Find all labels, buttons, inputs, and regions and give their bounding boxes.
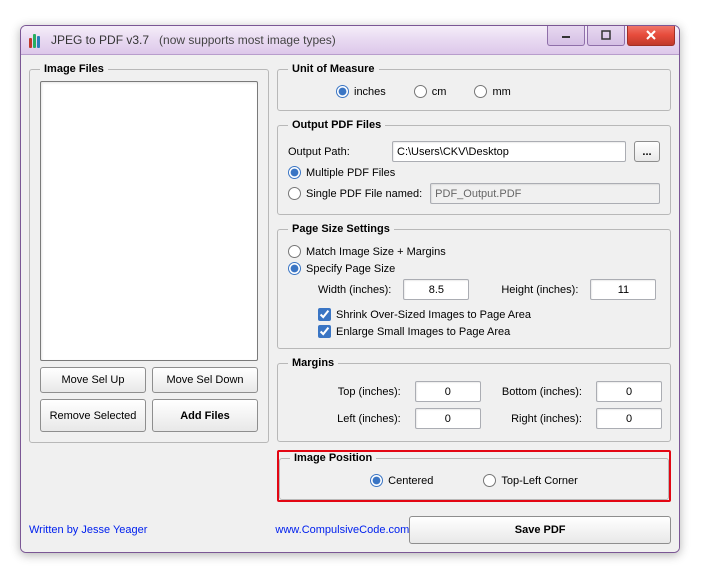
multiple-pdf-radio[interactable]: Multiple PDF Files bbox=[288, 166, 395, 179]
margin-right-label: Right (inches): bbox=[489, 413, 582, 425]
enlarge-checkbox[interactable] bbox=[318, 325, 331, 338]
remove-selected-button[interactable]: Remove Selected bbox=[40, 399, 146, 432]
margins-group: Margins Top (inches): Bottom (inches): L… bbox=[277, 357, 671, 442]
margin-top-label: Top (inches): bbox=[324, 386, 401, 398]
enlarge-label: Enlarge Small Images to Page Area bbox=[336, 326, 510, 338]
margin-bottom-input[interactable] bbox=[596, 381, 662, 402]
margin-right-input[interactable] bbox=[596, 408, 662, 429]
unit-legend: Unit of Measure bbox=[288, 63, 379, 75]
specify-page-size-radio[interactable]: Specify Page Size bbox=[288, 262, 395, 275]
height-input[interactable] bbox=[590, 279, 656, 300]
page-size-group: Page Size Settings Match Image Size + Ma… bbox=[277, 223, 671, 349]
match-image-size-radio[interactable]: Match Image Size + Margins bbox=[288, 245, 446, 258]
multiple-pdf-label: Multiple PDF Files bbox=[306, 167, 395, 179]
output-path-input[interactable] bbox=[392, 141, 626, 162]
width-input[interactable] bbox=[403, 279, 469, 300]
page-size-legend: Page Size Settings bbox=[288, 223, 394, 235]
centered-radio[interactable]: Centered bbox=[370, 474, 433, 487]
image-files-group: Image Files Move Sel Up Move Sel Down Re… bbox=[29, 63, 269, 443]
author-link[interactable]: Written by Jesse Yeager bbox=[29, 524, 147, 536]
top-left-label: Top-Left Corner bbox=[501, 475, 577, 487]
shrink-label: Shrink Over-Sized Images to Page Area bbox=[336, 309, 531, 321]
top-left-radio[interactable]: Top-Left Corner bbox=[483, 474, 577, 487]
image-position-group: Image Position Centered Top-Left Corner bbox=[279, 452, 669, 500]
unit-inches-radio[interactable]: inches bbox=[336, 85, 386, 98]
unit-mm-radio[interactable]: mm bbox=[474, 85, 510, 98]
centered-label: Centered bbox=[388, 475, 433, 487]
save-pdf-button[interactable]: Save PDF bbox=[409, 516, 671, 544]
enlarge-checkbox-row: Enlarge Small Images to Page Area bbox=[288, 325, 660, 338]
unit-of-measure-group: Unit of Measure inches cm mm bbox=[277, 63, 671, 111]
app-window: JPEG to PDF v3.7 (now supports most imag… bbox=[20, 25, 680, 553]
site-link[interactable]: www.CompulsiveCode.com bbox=[275, 524, 409, 536]
margin-left-input[interactable] bbox=[415, 408, 481, 429]
width-label: Width (inches): bbox=[318, 284, 391, 296]
window-title: JPEG to PDF v3.7 bbox=[51, 33, 149, 47]
minimize-button[interactable] bbox=[547, 25, 585, 46]
titlebar[interactable]: JPEG to PDF v3.7 (now supports most imag… bbox=[21, 26, 679, 55]
unit-cm-radio[interactable]: cm bbox=[414, 85, 447, 98]
image-files-list[interactable] bbox=[40, 81, 258, 361]
maximize-button[interactable] bbox=[587, 25, 625, 46]
move-sel-down-button[interactable]: Move Sel Down bbox=[152, 367, 258, 393]
height-label: Height (inches): bbox=[501, 284, 578, 296]
window-subtitle: (now supports most image types) bbox=[159, 33, 336, 47]
shrink-checkbox-row: Shrink Over-Sized Images to Page Area bbox=[288, 308, 660, 321]
browse-button[interactable]: ... bbox=[634, 141, 660, 162]
unit-cm-label: cm bbox=[432, 86, 447, 98]
output-legend: Output PDF Files bbox=[288, 119, 385, 131]
highlight-box: Image Position Centered Top-Left Corner bbox=[277, 450, 671, 502]
margin-bottom-label: Bottom (inches): bbox=[489, 386, 582, 398]
shrink-checkbox[interactable] bbox=[318, 308, 331, 321]
add-files-button[interactable]: Add Files bbox=[152, 399, 258, 432]
margins-legend: Margins bbox=[288, 357, 338, 369]
unit-mm-label: mm bbox=[492, 86, 510, 98]
single-pdf-radio[interactable]: Single PDF File named: bbox=[288, 187, 422, 200]
unit-inches-label: inches bbox=[354, 86, 386, 98]
margin-top-input[interactable] bbox=[415, 381, 481, 402]
close-button[interactable] bbox=[627, 25, 675, 46]
output-path-label: Output Path: bbox=[288, 146, 384, 158]
single-pdf-name-input[interactable] bbox=[430, 183, 660, 204]
single-pdf-label: Single PDF File named: bbox=[306, 188, 422, 200]
match-image-size-label: Match Image Size + Margins bbox=[306, 246, 446, 258]
margin-left-label: Left (inches): bbox=[324, 413, 401, 425]
specify-page-size-label: Specify Page Size bbox=[306, 263, 395, 275]
footer: Written by Jesse Yeager www.CompulsiveCo… bbox=[21, 510, 679, 552]
move-sel-up-button[interactable]: Move Sel Up bbox=[40, 367, 146, 393]
image-position-legend: Image Position bbox=[290, 452, 376, 464]
image-files-legend: Image Files bbox=[40, 63, 108, 75]
output-pdf-group: Output PDF Files Output Path: ... Multip… bbox=[277, 119, 671, 215]
app-icon bbox=[29, 32, 45, 48]
